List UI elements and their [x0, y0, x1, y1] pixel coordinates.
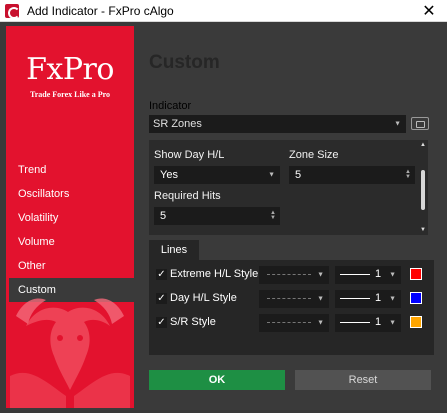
line-width-select[interactable]: 1 ▼: [335, 290, 401, 308]
line-row-sr: ✓ S/R Style ▼ 1 ▼: [149, 313, 434, 333]
required-hits-value: 5: [160, 210, 167, 222]
scroll-up-icon[interactable]: ▲: [419, 142, 427, 148]
chevron-down-icon: ▼: [389, 319, 396, 327]
line-name: Day H/L Style: [170, 292, 237, 304]
color-swatch[interactable]: [410, 316, 422, 328]
line-width-select[interactable]: 1 ▼: [335, 314, 401, 332]
required-hits-label: Required Hits: [154, 190, 221, 202]
color-swatch[interactable]: [410, 268, 422, 280]
fxpro-logo: FxPro: [26, 52, 114, 87]
indicator-label: Indicator: [149, 100, 192, 112]
chevron-down-icon: ▼: [268, 171, 275, 179]
main-panel: Custom Indicator SR Zones ▼ Show Day H/L…: [149, 22, 439, 413]
zone-size-label: Zone Size: [289, 149, 339, 161]
chevron-down-icon: ▼: [317, 295, 324, 303]
indicator-value: SR Zones: [153, 118, 202, 130]
show-day-hl-value: Yes: [160, 169, 178, 181]
page-title: Custom: [149, 52, 220, 73]
show-day-hl-label: Show Day H/L: [154, 149, 225, 161]
sidebar-item-volatility[interactable]: Volatility: [6, 206, 134, 230]
window-title: Add Indicator - FxPro cAlgo: [27, 3, 174, 18]
scroll-thumb[interactable]: [421, 170, 425, 210]
fxpro-app-icon: [5, 3, 20, 19]
lines-panel: ✓ Extreme H/L Style ▼ 1 ▼ ✓ Day H/L Style…: [149, 260, 434, 355]
line-row-day-hl: ✓ Day H/L Style ▼ 1 ▼: [149, 289, 434, 309]
title-bar: Add Indicator - FxPro cAlgo ✕: [0, 0, 447, 22]
line-style-select[interactable]: ▼: [259, 266, 329, 284]
line-style-select[interactable]: ▼: [259, 290, 329, 308]
tab-lines[interactable]: Lines: [149, 240, 199, 260]
zone-size-input[interactable]: 5 ▲ ▼: [289, 166, 415, 184]
show-day-hl-select[interactable]: Yes ▼: [154, 166, 280, 184]
zone-size-value: 5: [295, 169, 302, 181]
reset-button[interactable]: Reset: [295, 370, 431, 390]
chevron-down-icon: ▼: [317, 319, 324, 327]
chevron-down-icon: ▼: [394, 120, 401, 128]
indicator-select[interactable]: SR Zones ▼: [149, 115, 406, 133]
ok-button[interactable]: OK: [149, 370, 285, 390]
close-button[interactable]: ✕: [411, 0, 447, 22]
line-name: Extreme H/L Style: [170, 268, 259, 280]
sidebar-item-other[interactable]: Other: [6, 254, 134, 278]
params-scrollbar[interactable]: ▲ ▼: [419, 142, 427, 233]
scroll-down-icon[interactable]: ▼: [419, 227, 427, 233]
spinner-arrows-icon[interactable]: ▲ ▼: [405, 169, 411, 180]
sidebar-item-trend[interactable]: Trend: [6, 158, 134, 182]
line-width-select[interactable]: 1 ▼: [335, 266, 401, 284]
check-icon[interactable]: ✓: [156, 293, 167, 304]
parameters-panel: Show Day H/L Yes ▼ Zone Size 5 ▲ ▼ Requir…: [149, 140, 428, 235]
sidebar-item-oscillators[interactable]: Oscillators: [6, 182, 134, 206]
chevron-down-icon: ▼: [389, 271, 396, 279]
brand-block: FxPro Trade Forex Like a Pro: [6, 26, 134, 126]
line-name: S/R Style: [170, 316, 216, 328]
bull-emblem-icon: [10, 298, 130, 408]
check-icon[interactable]: ✓: [156, 317, 167, 328]
sidebar: FxPro Trade Forex Like a Pro Trend Oscil…: [6, 26, 134, 408]
spinner-arrows-icon[interactable]: ▲ ▼: [270, 210, 276, 221]
brand-tagline: Trade Forex Like a Pro: [30, 90, 110, 99]
required-hits-input[interactable]: 5 ▲ ▼: [154, 207, 280, 225]
chevron-down-icon: ▼: [317, 271, 324, 279]
category-nav: Trend Oscillators Volatility Volume Othe…: [6, 158, 134, 302]
color-swatch[interactable]: [410, 292, 422, 304]
camera-icon[interactable]: [411, 117, 429, 130]
line-style-select[interactable]: ▼: [259, 314, 329, 332]
check-icon[interactable]: ✓: [156, 269, 167, 280]
sidebar-item-volume[interactable]: Volume: [6, 230, 134, 254]
line-row-extreme-hl: ✓ Extreme H/L Style ▼ 1 ▼: [149, 265, 434, 285]
chevron-down-icon: ▼: [389, 295, 396, 303]
dialog-body: FxPro Trade Forex Like a Pro Trend Oscil…: [0, 22, 447, 413]
